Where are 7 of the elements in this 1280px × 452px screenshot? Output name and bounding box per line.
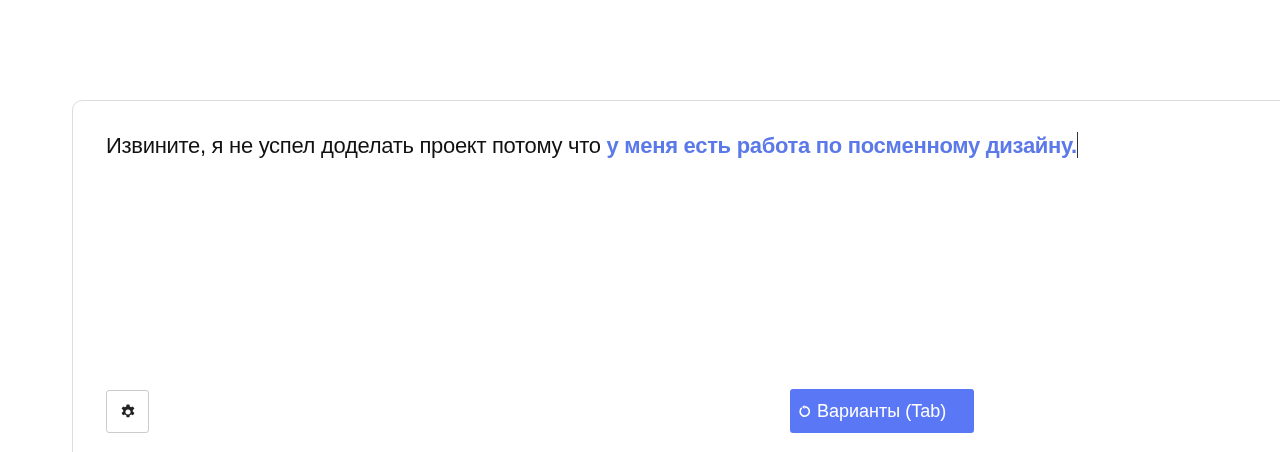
settings-icon [119,403,136,419]
refresh-icon [798,404,811,418]
suggestion-text[interactable]: у меня есть работа по посменному дизайну. [606,133,1077,158]
text-cursor [1076,132,1078,158]
editor-text: Извините, я не успел доделать проект потому что [106,133,602,158]
variants-button[interactable]: Варианты (Tab) [790,389,974,433]
settings-button[interactable] [106,389,149,433]
